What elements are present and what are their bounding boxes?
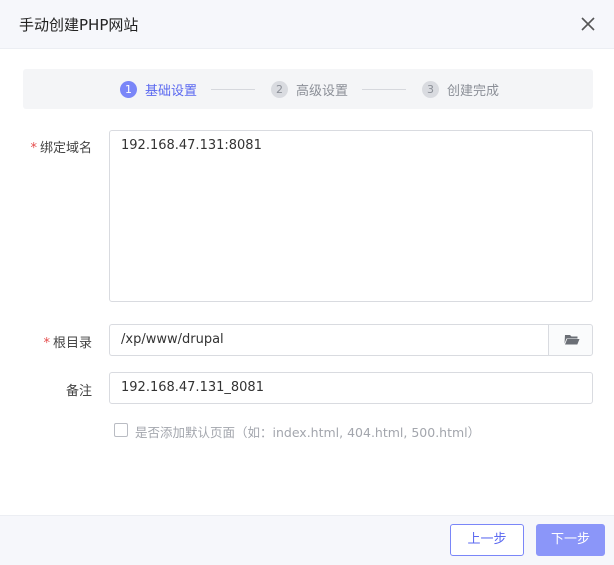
note-input[interactable]: 192.168.47.131_8081: [109, 372, 593, 404]
domain-label-text: 绑定域名: [39, 141, 92, 156]
root-label-text: 根目录: [52, 336, 92, 351]
note-label: 备注: [12, 380, 92, 399]
previous-step-button[interactable]: 上一步: [450, 524, 524, 556]
step-number: 1: [120, 80, 137, 98]
domain-value: 192.168.47.131:8081: [121, 138, 262, 153]
required-mark: *: [43, 336, 50, 351]
step-basic-settings: 1 基础设置: [120, 80, 198, 99]
next-step-button[interactable]: 下一步: [536, 524, 605, 556]
browse-folder-button[interactable]: [548, 324, 593, 356]
default-page-label: 是否添加默认页面（如：index.html, 404.html, 500.htm…: [135, 425, 481, 440]
root-label: * 根目录: [12, 332, 92, 351]
create-php-site-dialog: 手动创建PHP网站 1 基础设置 2 高级设置 3 创建完成 * 绑定域名 192…: [0, 0, 614, 565]
default-page-checkbox[interactable]: [114, 423, 128, 437]
step-label: 基础设置: [145, 83, 198, 99]
step-advanced-settings: 2 高级设置: [271, 80, 349, 99]
root-directory-input[interactable]: /xp/www/drupal: [109, 324, 549, 356]
domain-label: * 绑定域名: [12, 137, 92, 156]
close-button[interactable]: [576, 12, 600, 36]
step-connector: [211, 89, 255, 90]
step-number: 2: [271, 80, 288, 98]
dialog-header: 手动创建PHP网站: [0, 0, 614, 49]
note-label-text: 备注: [65, 384, 92, 399]
step-label: 创建完成: [447, 83, 500, 99]
step-number: 3: [422, 80, 439, 98]
close-icon: [581, 17, 595, 31]
root-directory-value: /xp/www/drupal: [121, 332, 224, 347]
step-indicator: 1 基础设置 2 高级设置 3 创建完成: [23, 69, 593, 109]
dialog-title: 手动创建PHP网站: [19, 16, 139, 34]
required-mark: *: [30, 141, 37, 156]
step-create-complete: 3 创建完成: [422, 80, 500, 99]
step-connector: [362, 89, 406, 90]
note-value: 192.168.47.131_8081: [121, 380, 264, 395]
folder-open-icon: [564, 335, 580, 345]
step-label: 高级设置: [296, 83, 349, 99]
domain-textarea[interactable]: 192.168.47.131:8081: [109, 130, 593, 302]
